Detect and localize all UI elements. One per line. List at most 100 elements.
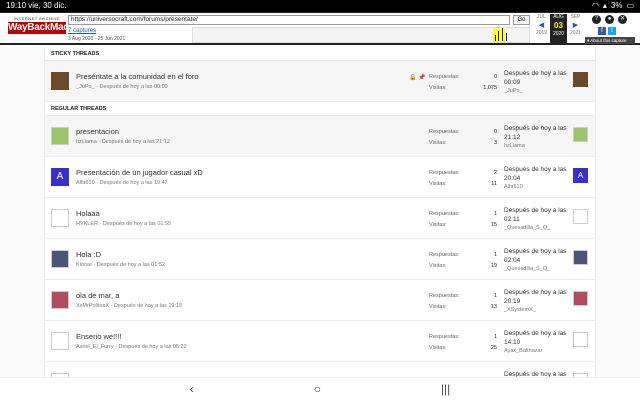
- facebook-icon[interactable]: f: [598, 27, 606, 35]
- last-post-date[interactable]: Después de hoy a las 20:19: [504, 289, 567, 305]
- last-post[interactable]: Después de hoy a las 20:04 Alfa610: [504, 165, 570, 192]
- wayback-timeline[interactable]: [192, 27, 530, 43]
- replies-label: Respuestas:: [429, 293, 460, 299]
- last-post-avatar[interactable]: [573, 72, 588, 87]
- help-icon[interactable]: ?: [592, 15, 601, 24]
- wayback-months: JUL ◀ 2019 AUG 03 2020 SEP ▶ 2021: [533, 14, 585, 44]
- year-label: 2020: [552, 31, 565, 37]
- last-post-user[interactable]: ItzLlama: [504, 142, 570, 151]
- last-post-user[interactable]: _Quesadilla_S_Q_: [504, 265, 570, 274]
- author-avatar[interactable]: [51, 291, 69, 309]
- last-post-user[interactable]: _JuPo_: [504, 87, 570, 96]
- thread-author[interactable]: XxMrPolitoxX: [76, 303, 109, 309]
- thread-date: Después de hoy a las 19:47: [99, 180, 168, 186]
- last-post-avatar[interactable]: A: [573, 168, 588, 183]
- replies-count: 1: [493, 252, 497, 258]
- author-avatar[interactable]: A: [51, 168, 69, 186]
- last-post-avatar[interactable]: [573, 127, 588, 142]
- thread-row[interactable]: Hola :D Ktorse · Después de hoy a las 01…: [45, 239, 595, 280]
- thread-author[interactable]: Ktorse: [76, 262, 92, 268]
- thread-title[interactable]: Preséntate a la comunidad en el foro: [76, 72, 199, 81]
- prev-arrow-icon[interactable]: ◀: [533, 21, 550, 30]
- home-icon[interactable]: ○: [314, 382, 321, 396]
- year-label: 2019: [535, 30, 548, 36]
- last-post-avatar[interactable]: [573, 332, 588, 347]
- thread-title[interactable]: Hola :D: [76, 250, 101, 259]
- last-post[interactable]: Después de hoy a las 20:19 _XSystemX_: [504, 288, 570, 315]
- last-post-date[interactable]: Después de hoy a las 02:11: [504, 207, 567, 223]
- thread-title[interactable]: Holaaa: [76, 209, 100, 218]
- recents-icon[interactable]: |||: [441, 382, 450, 396]
- thread-author[interactable]: _JuPo_: [76, 84, 95, 90]
- thread-row-sticky[interactable]: Preséntate a la comunidad en el foro _Ju…: [45, 61, 595, 102]
- month-next[interactable]: SEP ▶ 2021: [567, 14, 584, 44]
- last-post-user[interactable]: Ayax_Balthazar: [504, 347, 570, 356]
- wayback-toolbar: INTERNET ARCHIVE WayBackMachine https://…: [0, 12, 640, 45]
- last-post[interactable]: Después de hoy a las 02:04 _Quesadilla_S…: [504, 247, 570, 274]
- last-post-date[interactable]: Después de hoy a las 21:12: [504, 125, 567, 141]
- month-prev[interactable]: JUL ◀ 2019: [533, 14, 550, 44]
- thread-row[interactable]: Holaaa HVKLER · Después de hoy a las 01:…: [45, 198, 595, 239]
- lock-pin-icons: 🔒 📌: [409, 74, 426, 81]
- thread-meta: HVKLER · Después de hoy a las 01:55: [76, 221, 172, 227]
- thread-stats: Respuestas: 2 Visitas: 11: [429, 168, 497, 190]
- wayback-captures-link[interactable]: 7 captures: [68, 28, 96, 34]
- thread-row[interactable]: Enserio we!!!! Asriel_El_Furry · Después…: [45, 321, 595, 362]
- thread-title[interactable]: ola de mar, a: [76, 291, 119, 300]
- last-post[interactable]: Después de hoy a las 00:09 _JuPo_: [504, 69, 570, 96]
- wayback-logo[interactable]: INTERNET ARCHIVE WayBackMachine: [8, 16, 88, 36]
- thread-stats: Respuestas: 1 Visitas: 13: [429, 291, 497, 313]
- last-post[interactable]: Después de hoy a las 21:12 ItzLlama: [504, 124, 570, 151]
- thread-stats: Respuestas: 0 Visitas: 3: [429, 127, 497, 149]
- last-post-user[interactable]: Alfa610: [504, 183, 570, 192]
- forum-list: STICKY THREADS Preséntate a la comunidad…: [44, 47, 596, 377]
- thread-row[interactable]: Después de hoy a las: [45, 362, 595, 377]
- twitter-icon[interactable]: t: [608, 27, 616, 35]
- thread-title[interactable]: Enserio we!!!!: [76, 332, 121, 341]
- next-arrow-icon[interactable]: ▶: [567, 21, 584, 30]
- last-post[interactable]: Después de hoy a las 02:11 _Quesadilla_S…: [504, 206, 570, 233]
- thread-author[interactable]: Asriel_El_Furry: [76, 344, 114, 350]
- last-post-user[interactable]: _Quesadilla_S_Q_: [504, 224, 570, 233]
- wayback-go-button[interactable]: Go: [513, 15, 530, 25]
- wayback-url-input[interactable]: https://universocraft.com/forums/present…: [68, 15, 510, 25]
- thread-meta: ItzLlama · Después de hoy a las 21:12: [76, 139, 170, 145]
- thread-author[interactable]: Alfa610: [76, 180, 95, 186]
- author-avatar[interactable]: [51, 209, 69, 227]
- author-avatar[interactable]: [51, 127, 69, 145]
- timeline-bar: [502, 28, 503, 41]
- last-post[interactable]: Después de hoy a las: [504, 370, 570, 377]
- wayback-capture-range: 3 Aug 2020 - 25 Jun 2021: [68, 36, 126, 42]
- user-icon[interactable]: ●: [605, 15, 614, 24]
- thread-author[interactable]: HVKLER: [76, 221, 98, 227]
- author-avatar[interactable]: [51, 72, 69, 90]
- last-post-date[interactable]: Después de hoy a las 02:04: [504, 248, 567, 264]
- author-avatar[interactable]: [51, 332, 69, 350]
- thread-author[interactable]: ItzLlama: [76, 139, 97, 145]
- last-post-avatar[interactable]: [573, 209, 588, 224]
- last-post-avatar[interactable]: [573, 291, 588, 306]
- replies-label: Respuestas:: [429, 74, 460, 80]
- back-icon[interactable]: ‹: [190, 382, 194, 396]
- close-icon[interactable]: ✕: [618, 15, 627, 24]
- timeline-bar: [498, 31, 499, 41]
- month-current: AUG 03 2020: [550, 14, 567, 44]
- thread-meta: Alfa610 · Después de hoy a las 19:47: [76, 180, 168, 186]
- replies-count: 0: [493, 129, 497, 135]
- thread-title[interactable]: presentacion: [76, 127, 119, 136]
- last-post[interactable]: Después de hoy a las 14:10 Ayax_Balthaza…: [504, 329, 570, 356]
- forum-content: STICKY THREADS Preséntate a la comunidad…: [0, 47, 640, 377]
- last-post-avatar[interactable]: [573, 250, 588, 265]
- thread-row[interactable]: ola de mar, a XxMrPolitoxX · Después de …: [45, 280, 595, 321]
- about-capture-button[interactable]: ▾ About this capture: [585, 37, 635, 44]
- last-post-date[interactable]: Después de hoy a las 20:04: [504, 166, 567, 182]
- author-avatar[interactable]: [51, 250, 69, 268]
- last-post-date[interactable]: Después de hoy a las 14:10: [504, 330, 567, 346]
- replies-label: Respuestas:: [429, 334, 460, 340]
- thread-row[interactable]: A Presentación de un jugador casual xD A…: [45, 157, 595, 198]
- battery-level: 3%: [610, 1, 623, 10]
- last-post-user[interactable]: _XSystemX_: [504, 306, 570, 315]
- thread-row[interactable]: presentacion ItzLlama · Después de hoy a…: [45, 116, 595, 157]
- thread-title[interactable]: Presentación de un jugador casual xD: [76, 168, 203, 177]
- last-post-date[interactable]: Después de hoy a las 00:09: [504, 70, 567, 86]
